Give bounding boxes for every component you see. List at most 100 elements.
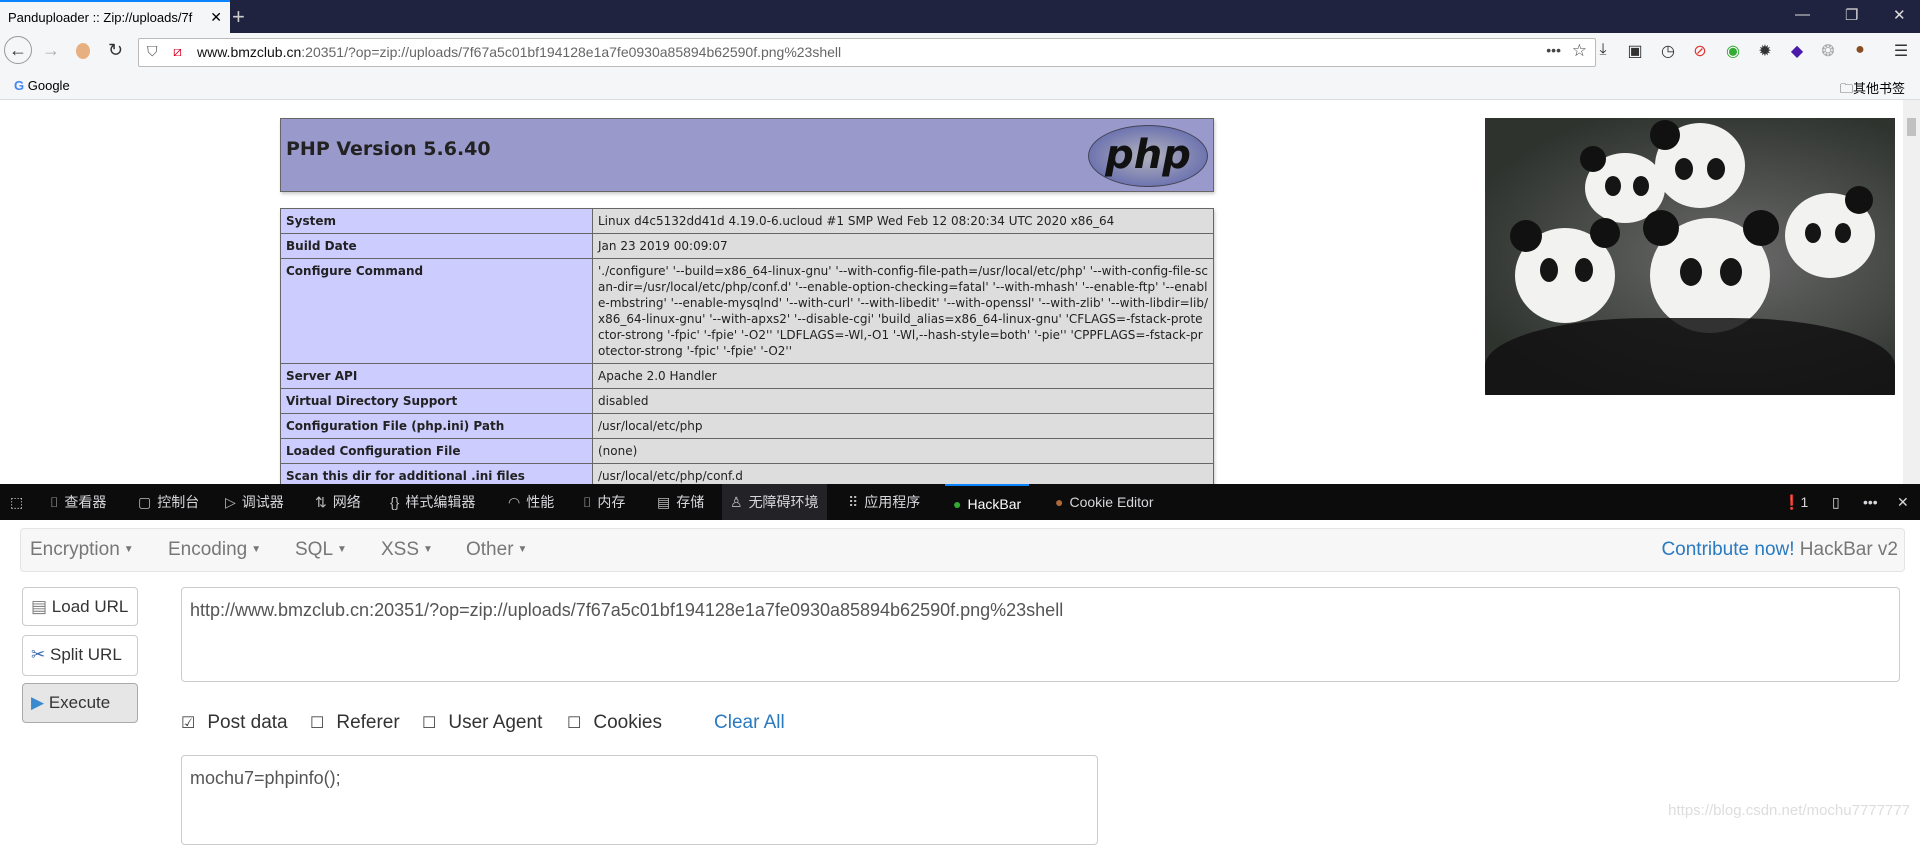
contribute-link[interactable]: Contribute now! bbox=[1661, 539, 1794, 560]
bookmark-star-icon[interactable]: ☆ bbox=[1572, 41, 1587, 61]
purple-gem-extension-icon[interactable]: ◆ bbox=[1787, 41, 1807, 61]
console-icon: ▢ bbox=[138, 494, 152, 510]
minimize-button[interactable]: — bbox=[1795, 6, 1810, 23]
tab-label: Cookie Editor bbox=[1069, 494, 1154, 510]
reader-icon[interactable]: ▣ bbox=[1625, 41, 1645, 61]
error-icon: ❗ bbox=[1783, 494, 1801, 510]
menu-sql[interactable]: SQL ▼ bbox=[295, 539, 347, 561]
browser-tab[interactable]: Panduploader :: Zip://uploads/7f ✕ bbox=[0, 0, 230, 33]
reload-button[interactable]: ↻ bbox=[108, 40, 123, 61]
phpinfo-key: System bbox=[280, 208, 593, 234]
url-bar[interactable]: ⛉ ⧄ www.bmzclub.cn:20351/?op=zip://uploa… bbox=[138, 38, 1596, 67]
menu-label: SQL bbox=[295, 539, 334, 560]
extension-avatar-icon[interactable] bbox=[76, 43, 90, 59]
navigation-bar: ← → ↻ ⛉ ⧄ www.bmzclub.cn:20351/?op=zip:/… bbox=[0, 33, 1920, 70]
insecure-lock-icon[interactable]: ⧄ bbox=[173, 43, 182, 60]
close-tab-icon[interactable]: ✕ bbox=[210, 9, 222, 26]
scrollbar-thumb[interactable] bbox=[1907, 118, 1916, 136]
storage-icon: ▤ bbox=[657, 494, 671, 510]
other-bookmarks[interactable]: 🗀其他书签 bbox=[1840, 78, 1905, 102]
restore-button[interactable]: ❐ bbox=[1845, 6, 1858, 24]
download-icon[interactable]: ⤓ bbox=[1593, 41, 1613, 59]
menu-encryption[interactable]: Encryption ▼ bbox=[30, 539, 134, 561]
gray-extension-icon[interactable]: ❂ bbox=[1818, 41, 1838, 61]
forward-button[interactable]: → bbox=[42, 40, 60, 61]
inspector-icon: ⌷ bbox=[50, 494, 59, 510]
blocker-extension-icon[interactable]: ⊘ bbox=[1690, 41, 1710, 61]
url-path: :20351/?op=zip://uploads/7f67a5c01bf1941… bbox=[301, 44, 842, 60]
devtools-tab-application[interactable]: ⠿ 应用程序 bbox=[848, 484, 920, 520]
execute-button[interactable]: ▶ Execute bbox=[22, 683, 138, 723]
devtools-tab-accessibility[interactable]: ♙ 无障碍环境 bbox=[722, 484, 827, 520]
tab-label: 查看器 bbox=[64, 494, 107, 510]
menu-label: Other bbox=[466, 539, 514, 560]
history-clock-icon[interactable]: ◷ bbox=[1658, 41, 1678, 61]
dock-icon[interactable]: ▯ bbox=[1832, 484, 1840, 520]
devtools-tab-style-editor[interactable]: {} 样式编辑器 bbox=[390, 484, 475, 520]
cookie-editor-icon[interactable]: ● bbox=[1850, 41, 1870, 59]
checkbox-checked-icon: ☑ bbox=[181, 715, 196, 732]
bookmarks-bar: G Google 🗀其他书签 bbox=[0, 70, 1920, 100]
phpinfo-key: Loaded Configuration File bbox=[280, 438, 593, 464]
new-tab-button[interactable]: + bbox=[232, 4, 245, 30]
tab-label: HackBar bbox=[967, 496, 1022, 512]
devtools-tab-storage[interactable]: ▤ 存储 bbox=[657, 484, 704, 520]
shield-icon[interactable]: ⛉ bbox=[147, 43, 158, 60]
devtools-tab-performance[interactable]: ◠ 性能 bbox=[508, 484, 554, 520]
user-agent-checkbox[interactable]: ☐ User Agent bbox=[422, 712, 542, 734]
tab-label: 无障碍环境 bbox=[748, 494, 819, 510]
devtools-tab-network[interactable]: ⇅ 网络 bbox=[315, 484, 361, 520]
google-icon: G bbox=[14, 78, 25, 93]
devtools-tab-memory[interactable]: ⌷ 内存 bbox=[583, 484, 625, 520]
referer-checkbox[interactable]: ☐ Referer bbox=[310, 712, 400, 734]
post-data-checkbox[interactable]: ☑ Post data bbox=[181, 712, 288, 734]
tab-label: 存储 bbox=[676, 494, 705, 510]
button-label: Execute bbox=[48, 693, 111, 712]
cookie-icon: ● bbox=[1055, 494, 1064, 510]
url-domain: www.bmzclub.cn bbox=[197, 44, 302, 60]
devtools-tab-inspector[interactable]: ⌷ 查看器 bbox=[50, 484, 106, 520]
devtools-tab-cookie-editor[interactable]: ● Cookie Editor bbox=[1055, 484, 1154, 520]
page-actions-icon[interactable]: ••• bbox=[1546, 42, 1561, 58]
bookmark-google[interactable]: G Google bbox=[14, 78, 70, 93]
devtools-tab-console[interactable]: ▢ 控制台 bbox=[138, 484, 199, 520]
more-options-icon[interactable]: ••• bbox=[1863, 484, 1878, 520]
debugger-icon: ▷ bbox=[225, 494, 236, 510]
proxy-extension-icon[interactable]: ◉ bbox=[1723, 41, 1743, 61]
menu-xss[interactable]: XSS ▼ bbox=[381, 539, 433, 561]
clear-all-link[interactable]: Clear All bbox=[714, 712, 785, 734]
checkbox-icon: ☐ bbox=[422, 715, 437, 732]
performance-icon: ◠ bbox=[508, 494, 521, 510]
phpinfo-key: Build Date bbox=[280, 233, 593, 259]
phpinfo-value: disabled bbox=[592, 388, 1214, 414]
error-count-label: 1 bbox=[1800, 494, 1809, 510]
phpinfo-row: Virtual Directory Support disabled bbox=[280, 388, 1214, 414]
cookies-checkbox[interactable]: ☐ Cookies bbox=[567, 712, 662, 734]
hackbar-icon: ● bbox=[953, 496, 962, 512]
error-count[interactable]: ❗1 bbox=[1783, 484, 1808, 520]
close-devtools-icon[interactable]: ✕ bbox=[1897, 484, 1909, 520]
devtools-tab-debugger[interactable]: ▷ 调试器 bbox=[225, 484, 284, 520]
phpinfo-key: Configure Command bbox=[280, 258, 593, 364]
close-window-button[interactable]: ✕ bbox=[1893, 6, 1906, 24]
memory-icon: ⌷ bbox=[583, 494, 592, 510]
tab-label: 控制台 bbox=[157, 494, 200, 510]
page-scrollbar[interactable] bbox=[1903, 100, 1920, 484]
menu-hamburger-icon[interactable]: ☰ bbox=[1891, 41, 1911, 61]
menu-encoding[interactable]: Encoding ▼ bbox=[168, 539, 261, 561]
settings-sun-icon[interactable]: ✹ bbox=[1755, 41, 1775, 61]
phpinfo-row: Configuration File (php.ini) Path/usr/lo… bbox=[280, 413, 1214, 439]
application-grid-icon: ⠿ bbox=[848, 494, 859, 510]
back-button[interactable]: ← bbox=[4, 36, 32, 64]
split-url-button[interactable]: ✂ Split URL bbox=[22, 635, 138, 676]
php-logo: php bbox=[1088, 125, 1208, 187]
menu-other[interactable]: Other ▼ bbox=[466, 539, 527, 561]
element-picker-icon[interactable]: ⬚ bbox=[10, 484, 23, 520]
post-data-textarea[interactable]: mochu7=phpinfo(); bbox=[181, 755, 1098, 845]
devtools-tab-hackbar[interactable]: ● HackBar bbox=[945, 484, 1030, 520]
caret-down-icon: ▼ bbox=[123, 544, 134, 556]
url-textarea[interactable]: http://www.bmzclub.cn:20351/?op=zip://up… bbox=[181, 587, 1900, 682]
php-version-header: PHP Version 5.6.40 php bbox=[280, 118, 1214, 192]
load-url-button[interactable]: ▤ Load URL bbox=[22, 587, 138, 626]
checkbox-label: Post data bbox=[207, 712, 288, 733]
